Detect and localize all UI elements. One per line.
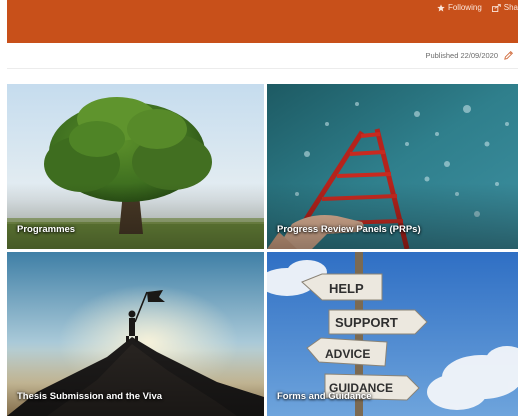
tile-thesis-submission[interactable]: Thesis Submission and the Viva <box>7 252 264 416</box>
tile-forms-and-guidance[interactable]: HELP SUPPORT ADVICE GUIDANCE Forms and G… <box>267 252 518 416</box>
tile-progress-review-panels[interactable]: Progress Review Panels (PRPs) <box>267 84 518 249</box>
tile-label: Progress Review Panels (PRPs) <box>277 224 421 235</box>
tile-programmes[interactable]: Programmes <box>7 84 264 249</box>
header-divider <box>7 68 518 69</box>
tile-shade <box>7 350 264 416</box>
tile-shade <box>267 183 518 249</box>
following-label: Following <box>447 3 482 12</box>
page-meta: Published 22/09/2020 <box>425 50 514 61</box>
following-button[interactable]: Following <box>437 3 482 12</box>
share-label: Sha <box>503 3 518 12</box>
sign-support: SUPPORT <box>335 315 398 330</box>
sign-help: HELP <box>329 281 364 296</box>
tile-label: Programmes <box>17 224 76 235</box>
pencil-icon[interactable] <box>503 50 514 61</box>
tile-label: Forms and Guidance <box>277 391 372 402</box>
share-icon <box>491 3 501 12</box>
tile-shade <box>7 183 264 249</box>
header-actions: Following Sha <box>437 3 518 12</box>
site-header: Following Sha <box>7 0 518 43</box>
star-icon <box>437 3 445 11</box>
sign-advice: ADVICE <box>325 347 370 361</box>
published-date: Published 22/09/2020 <box>425 51 498 60</box>
tile-label: Thesis Submission and the Viva <box>17 391 163 402</box>
share-button[interactable]: Sha <box>491 3 518 12</box>
